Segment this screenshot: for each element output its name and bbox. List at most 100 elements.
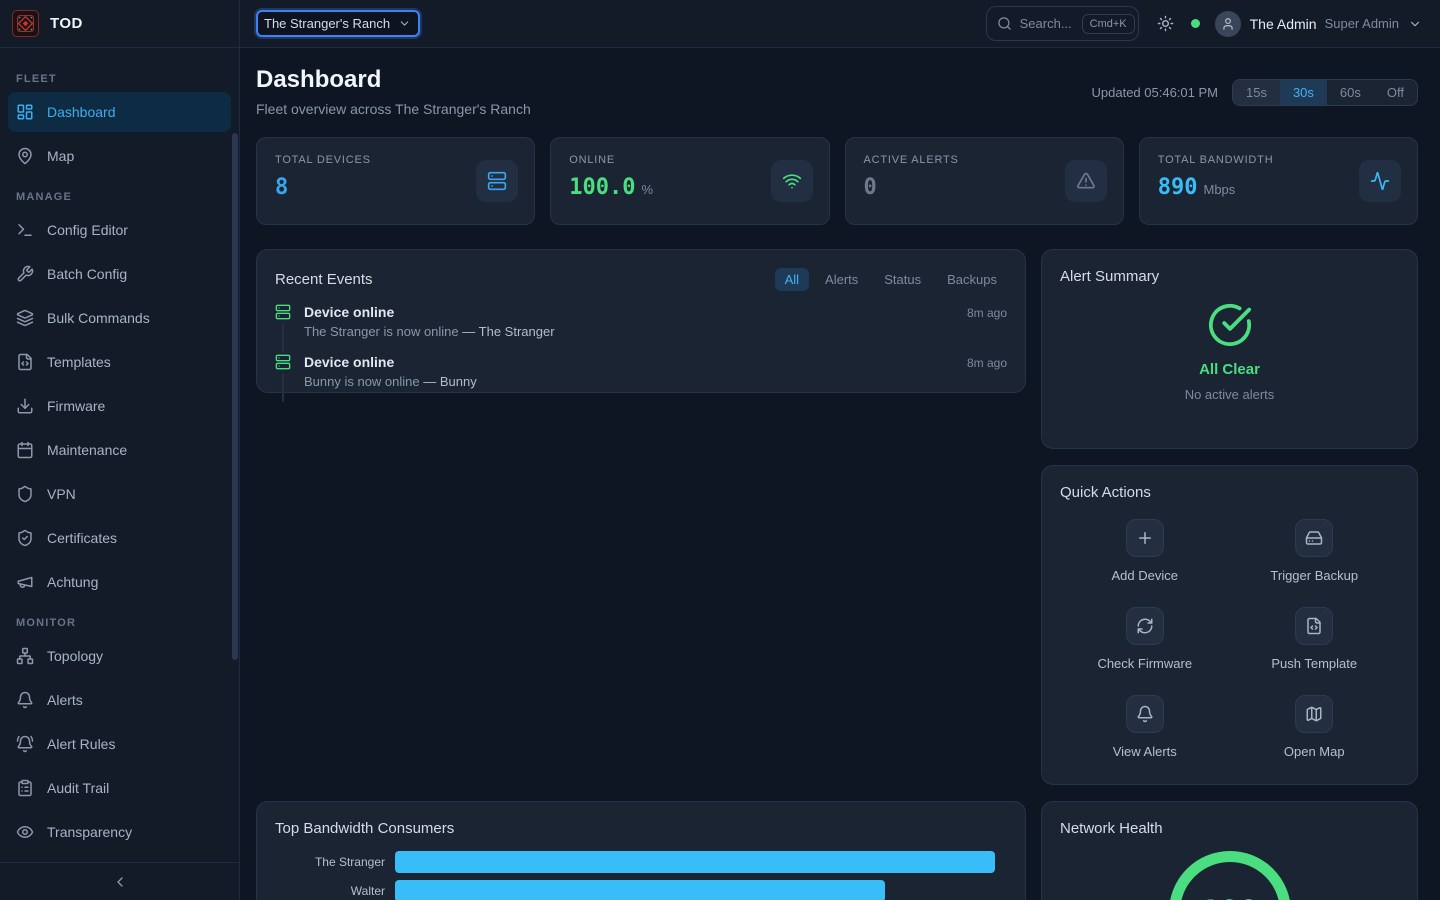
stat-card-active-alerts: ACTIVE ALERTS 0 <box>845 137 1124 225</box>
bandwidth-row: Walter <box>275 880 1007 900</box>
quick-action-label: Check Firmware <box>1097 656 1192 671</box>
quick-action-label: Trigger Backup <box>1270 568 1358 583</box>
shield-check-icon <box>16 529 34 547</box>
tab-all[interactable]: All <box>775 268 809 291</box>
quick-action-label: Add Device <box>1112 568 1178 583</box>
quick-action-label: View Alerts <box>1113 744 1177 759</box>
sidebar-item-dashboard[interactable]: Dashboard <box>8 92 231 132</box>
sidebar-item-label: Bulk Commands <box>47 310 150 326</box>
user-menu-chevron-icon[interactable] <box>1408 17 1422 31</box>
refresh-15s-button[interactable]: 15s <box>1233 80 1280 105</box>
sidebar-item-config-editor[interactable]: Config Editor <box>8 210 231 250</box>
brand[interactable]: TOD <box>0 0 240 47</box>
event-device: — The Stranger <box>462 324 554 339</box>
sidebar-item-maintenance[interactable]: Maintenance <box>8 430 231 470</box>
search-shortcut: Cmd+K <box>1082 14 1135 34</box>
alert-triangle-icon <box>1065 160 1107 202</box>
quick-action-open-map[interactable]: Open Map <box>1230 695 1400 759</box>
sidebar-item-label: Config Editor <box>47 222 128 238</box>
bell-icon <box>16 691 34 709</box>
sidebar-item-templates[interactable]: Templates <box>8 342 231 382</box>
status-dot <box>1191 19 1200 28</box>
refresh-60s-button[interactable]: 60s <box>1327 80 1374 105</box>
search-input[interactable] <box>1020 16 1082 31</box>
sun-icon[interactable] <box>1157 15 1174 32</box>
sidebar-item-audit-trail[interactable]: Audit Trail <box>8 768 231 808</box>
sidebar-item-batch-config[interactable]: Batch Config <box>8 254 231 294</box>
quick-actions-panel: Quick Actions Add Device Trigger Backup <box>1041 465 1418 785</box>
event-row: Device online 8m ago The Stranger is now… <box>275 304 1007 352</box>
sidebar-collapse-button[interactable] <box>0 862 239 900</box>
bandwidth-title: Top Bandwidth Consumers <box>275 820 1007 837</box>
recent-events-tabs: All Alerts Status Backups <box>775 268 1007 291</box>
stat-value: 8 <box>275 175 288 200</box>
stat-card-total-devices: TOTAL DEVICES 8 <box>256 137 535 225</box>
refresh-icon <box>1126 607 1164 645</box>
alert-detail: No active alerts <box>1185 387 1275 402</box>
quick-actions-title: Quick Actions <box>1060 484 1399 501</box>
shield-icon <box>16 485 34 503</box>
alert-summary-panel: Alert Summary All Clear No active alerts <box>1041 249 1418 449</box>
stat-unit: % <box>641 182 653 197</box>
sidebar-item-achtung[interactable]: Achtung <box>8 562 231 602</box>
bell-ring-icon <box>16 735 34 753</box>
sidebar-item-transparency[interactable]: Transparency <box>8 812 231 852</box>
quick-action-add-device[interactable]: Add Device <box>1060 519 1230 583</box>
tab-status[interactable]: Status <box>874 268 931 291</box>
topbar: TOD The Stranger's Ranch Cmd+K The Admin… <box>0 0 1440 48</box>
bandwidth-row: The Stranger <box>275 851 1007 873</box>
quick-action-view-alerts[interactable]: View Alerts <box>1060 695 1230 759</box>
avatar[interactable] <box>1215 11 1241 37</box>
quick-action-check-firmware[interactable]: Check Firmware <box>1060 607 1230 671</box>
sidebar-item-alert-rules[interactable]: Alert Rules <box>8 724 231 764</box>
recent-events-panel: Recent Events All Alerts Status Backups <box>256 249 1026 393</box>
clipboard-list-icon <box>16 779 34 797</box>
sidebar-item-topology[interactable]: Topology <box>8 636 231 676</box>
quick-action-push-template[interactable]: Push Template <box>1230 607 1400 671</box>
user-role: Super Admin <box>1325 16 1399 31</box>
tab-backups[interactable]: Backups <box>937 268 1007 291</box>
site-selector[interactable]: The Stranger's Ranch <box>256 10 420 37</box>
event-device: — Bunny <box>423 374 476 389</box>
map-icon <box>1295 695 1333 733</box>
hard-drive-icon <box>1295 519 1333 557</box>
app-logo-icon <box>12 10 39 37</box>
event-time: 8m ago <box>967 306 1007 320</box>
network-icon <box>16 647 34 665</box>
recent-events-title: Recent Events <box>275 271 373 288</box>
stat-unit: Mbps <box>1204 182 1236 197</box>
sidebar-item-firmware[interactable]: Firmware <box>8 386 231 426</box>
stat-card-total-bandwidth: TOTAL BANDWIDTH 890 Mbps <box>1139 137 1418 225</box>
stat-card-online: ONLINE 100.0 % <box>550 137 829 225</box>
event-title: Device online <box>304 354 394 370</box>
bandwidth-device-label: The Stranger <box>275 855 395 869</box>
sidebar: FLEET Dashboard Map MANAGE Config Editor… <box>0 48 240 900</box>
sidebar-item-bulk-commands[interactable]: Bulk Commands <box>8 298 231 338</box>
sidebar-item-label: Alert Rules <box>47 736 115 752</box>
file-code-icon <box>16 353 34 371</box>
section-label-monitor: MONITOR <box>16 617 223 629</box>
search-box[interactable]: Cmd+K <box>986 6 1139 41</box>
bandwidth-bar <box>395 880 885 900</box>
sidebar-scrollbar[interactable] <box>232 133 238 660</box>
user-name: The Admin <box>1250 16 1317 32</box>
sidebar-item-alerts[interactable]: Alerts <box>8 680 231 720</box>
sidebar-item-vpn[interactable]: VPN <box>8 474 231 514</box>
tab-alerts[interactable]: Alerts <box>815 268 868 291</box>
quick-action-label: Open Map <box>1284 744 1345 759</box>
quick-action-trigger-backup[interactable]: Trigger Backup <box>1230 519 1400 583</box>
refresh-off-button[interactable]: Off <box>1374 80 1417 105</box>
sidebar-item-map[interactable]: Map <box>8 136 231 176</box>
site-selector-value: The Stranger's Ranch <box>264 16 390 31</box>
sidebar-item-label: Topology <box>47 648 103 664</box>
sidebar-item-certificates[interactable]: Certificates <box>8 518 231 558</box>
server-icon <box>275 354 291 370</box>
event-title: Device online <box>304 304 394 320</box>
sidebar-item-label: Dashboard <box>47 104 116 120</box>
network-health-gauge: 100 <box>1169 851 1291 900</box>
server-icon <box>275 304 291 320</box>
updated-timestamp: Updated 05:46:01 PM <box>1092 85 1218 100</box>
refresh-30s-button[interactable]: 30s <box>1280 80 1327 105</box>
section-label-fleet: FLEET <box>16 73 223 85</box>
event-description: The Stranger is now online — The Strange… <box>304 324 1007 339</box>
